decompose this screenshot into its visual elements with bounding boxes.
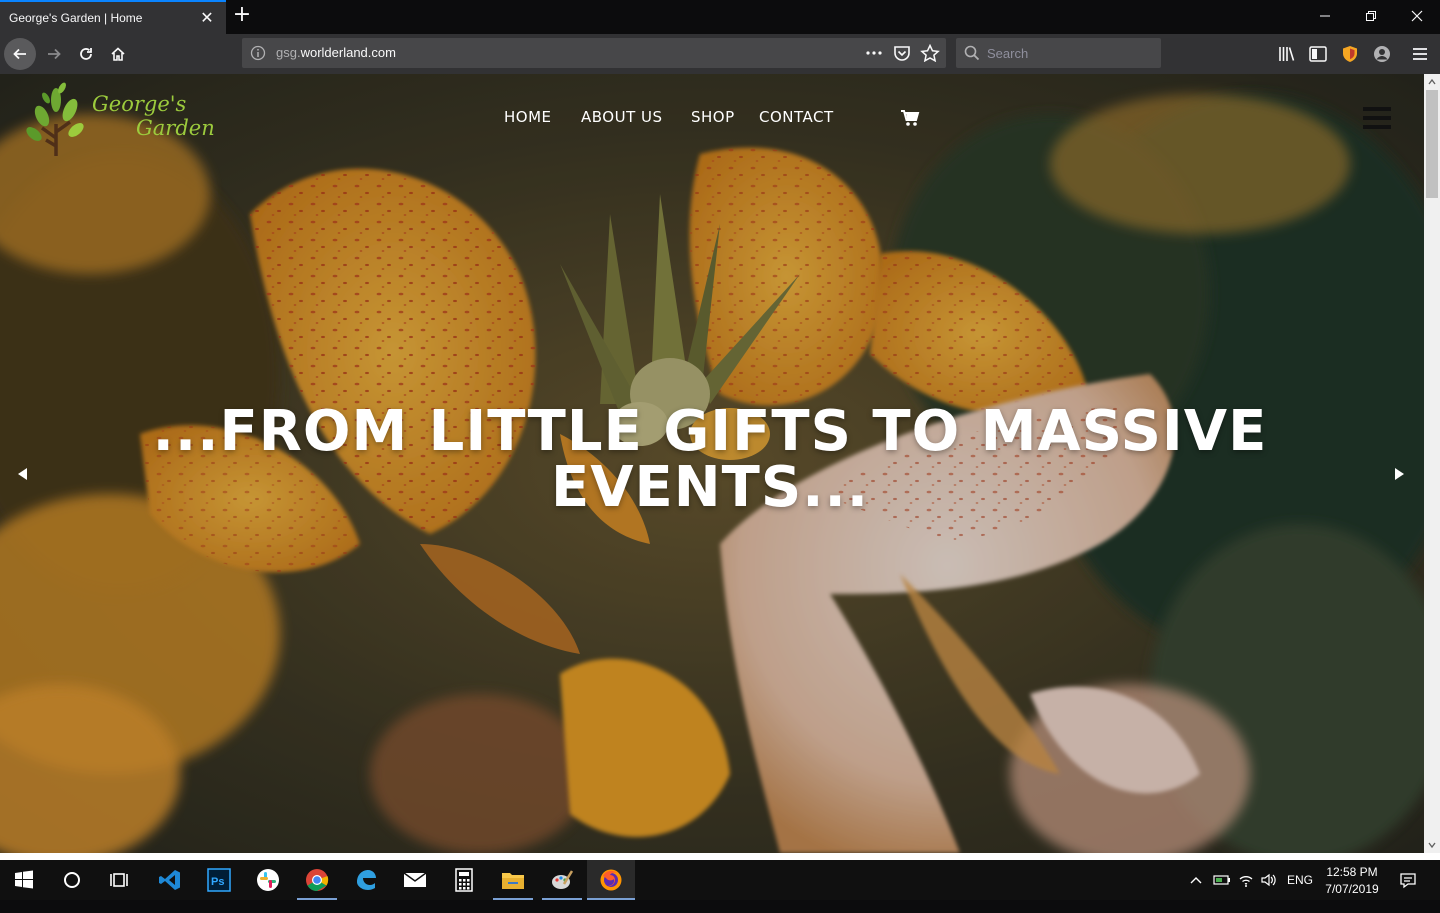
cortana-icon xyxy=(64,872,80,888)
svg-text:Ps: Ps xyxy=(211,876,224,888)
slack-icon xyxy=(257,869,279,891)
close-tab-icon[interactable]: ✕ xyxy=(198,9,216,27)
edge-app[interactable] xyxy=(342,860,390,900)
library-icon[interactable] xyxy=(1277,44,1297,64)
restore-button[interactable] xyxy=(1348,0,1394,32)
search-icon xyxy=(964,45,980,61)
volume-icon[interactable] xyxy=(1260,872,1276,888)
vscode-app[interactable] xyxy=(146,860,194,900)
photoshop-app[interactable]: Ps xyxy=(195,860,243,900)
action-center-icon[interactable] xyxy=(1399,871,1417,889)
mail-app[interactable] xyxy=(391,860,439,900)
input-language[interactable]: ENG xyxy=(1287,873,1313,913)
scroll-down-icon[interactable] xyxy=(1428,840,1436,850)
task-view-button[interactable] xyxy=(96,860,144,900)
site-info-icon[interactable] xyxy=(250,45,266,61)
paint-icon xyxy=(552,870,574,889)
hamburger-line xyxy=(1363,125,1391,129)
browser-tab[interactable]: George's Garden | Home ✕ xyxy=(0,0,226,34)
home-icon xyxy=(111,47,125,61)
hamburger-line xyxy=(1363,116,1391,120)
bookmark-star-icon[interactable] xyxy=(920,44,940,62)
account-icon[interactable] xyxy=(1372,44,1392,64)
minimize-button[interactable] xyxy=(1302,0,1348,32)
menu-icon[interactable] xyxy=(1410,44,1430,64)
wifi-icon[interactable] xyxy=(1238,872,1254,888)
search-box[interactable]: Search xyxy=(956,38,1161,68)
nav-contact[interactable]: CONTACT xyxy=(759,108,834,126)
cart-icon[interactable] xyxy=(900,108,920,128)
pocket-icon[interactable] xyxy=(892,44,912,62)
sidebar-icon[interactable] xyxy=(1308,44,1328,64)
logo-line-1: George's xyxy=(92,92,187,116)
browser-toolbar: gsg.worlderland.com Search xyxy=(0,34,1440,74)
page-bottom-edge xyxy=(0,853,1440,860)
hamburger-menu-button[interactable] xyxy=(1363,107,1393,133)
firefox-app[interactable] xyxy=(587,860,635,900)
url-domain: worlderland.com xyxy=(300,45,396,60)
chrome-icon xyxy=(306,869,329,891)
paint-app[interactable] xyxy=(538,860,586,900)
address-bar[interactable]: gsg.worlderland.com xyxy=(242,38,946,68)
tree-logo-icon xyxy=(26,82,84,156)
calculator-app[interactable] xyxy=(440,860,488,900)
edge-icon xyxy=(357,870,376,890)
url-host-prefix: gsg. xyxy=(276,45,301,60)
photoshop-icon: Ps xyxy=(207,868,231,892)
home-button[interactable] xyxy=(102,38,134,70)
hamburger-line xyxy=(1363,107,1391,111)
tab-strip: George's Garden | Home ✕ + xyxy=(0,0,1440,34)
taskbar-clock[interactable]: 12:58 PM 7/07/2019 xyxy=(1318,864,1386,898)
logo-line-2: Garden xyxy=(136,116,215,140)
logo-wordmark: George's Garden xyxy=(92,92,215,140)
more-actions-icon[interactable] xyxy=(864,44,884,62)
new-tab-button[interactable]: + xyxy=(230,4,254,28)
calculator-icon xyxy=(455,868,473,892)
windows-start-icon xyxy=(15,870,33,889)
scroll-up-icon[interactable] xyxy=(1428,77,1436,87)
task-view-icon xyxy=(110,873,128,887)
clock-time: 12:58 PM xyxy=(1326,865,1378,879)
start-button[interactable] xyxy=(0,860,48,900)
hero-headline: ...FROM LITTLE GIFTS TO MASSIVE EVENTS..… xyxy=(152,399,1268,520)
vscode-icon xyxy=(159,870,180,890)
carousel-prev-icon[interactable] xyxy=(15,466,31,482)
taskbar-search-button[interactable] xyxy=(48,860,96,900)
search-placeholder: Search xyxy=(987,46,1029,61)
nav-about-us[interactable]: ABOUT US xyxy=(581,108,663,126)
file-explorer-app[interactable] xyxy=(489,860,537,900)
arrow-left-icon xyxy=(13,48,26,60)
arrow-right-icon xyxy=(48,48,61,60)
nav-shop[interactable]: SHOP xyxy=(691,108,735,126)
firefox-icon xyxy=(600,869,622,891)
forward-button[interactable] xyxy=(38,38,70,70)
battery-icon[interactable] xyxy=(1213,872,1231,888)
carousel-next-icon[interactable] xyxy=(1391,466,1407,482)
slack-app[interactable] xyxy=(244,860,292,900)
close-window-button[interactable] xyxy=(1394,0,1440,32)
clock-date: 7/07/2019 xyxy=(1325,882,1379,896)
reload-button[interactable] xyxy=(70,38,102,70)
scroll-thumb[interactable] xyxy=(1426,90,1438,198)
page-viewport: George's Garden HOME ABOUT US SHOP CONTA… xyxy=(0,74,1424,853)
site-logo[interactable]: George's Garden xyxy=(26,82,226,162)
nav-home[interactable]: HOME xyxy=(504,108,552,126)
tab-title: George's Garden | Home xyxy=(9,11,143,25)
windows-taskbar: Ps ENG 12:58 PM 7/07/2019 xyxy=(0,860,1440,900)
mail-icon xyxy=(403,872,427,887)
show-hidden-icons-icon[interactable] xyxy=(1189,873,1203,887)
reload-icon xyxy=(80,48,92,60)
folder-icon xyxy=(502,873,524,889)
url-text[interactable]: gsg.worlderland.com xyxy=(276,45,396,60)
shield-extension-icon[interactable] xyxy=(1340,44,1360,64)
page-scrollbar[interactable] xyxy=(1424,74,1440,853)
chrome-app[interactable] xyxy=(293,860,341,900)
back-button[interactable] xyxy=(4,38,36,70)
